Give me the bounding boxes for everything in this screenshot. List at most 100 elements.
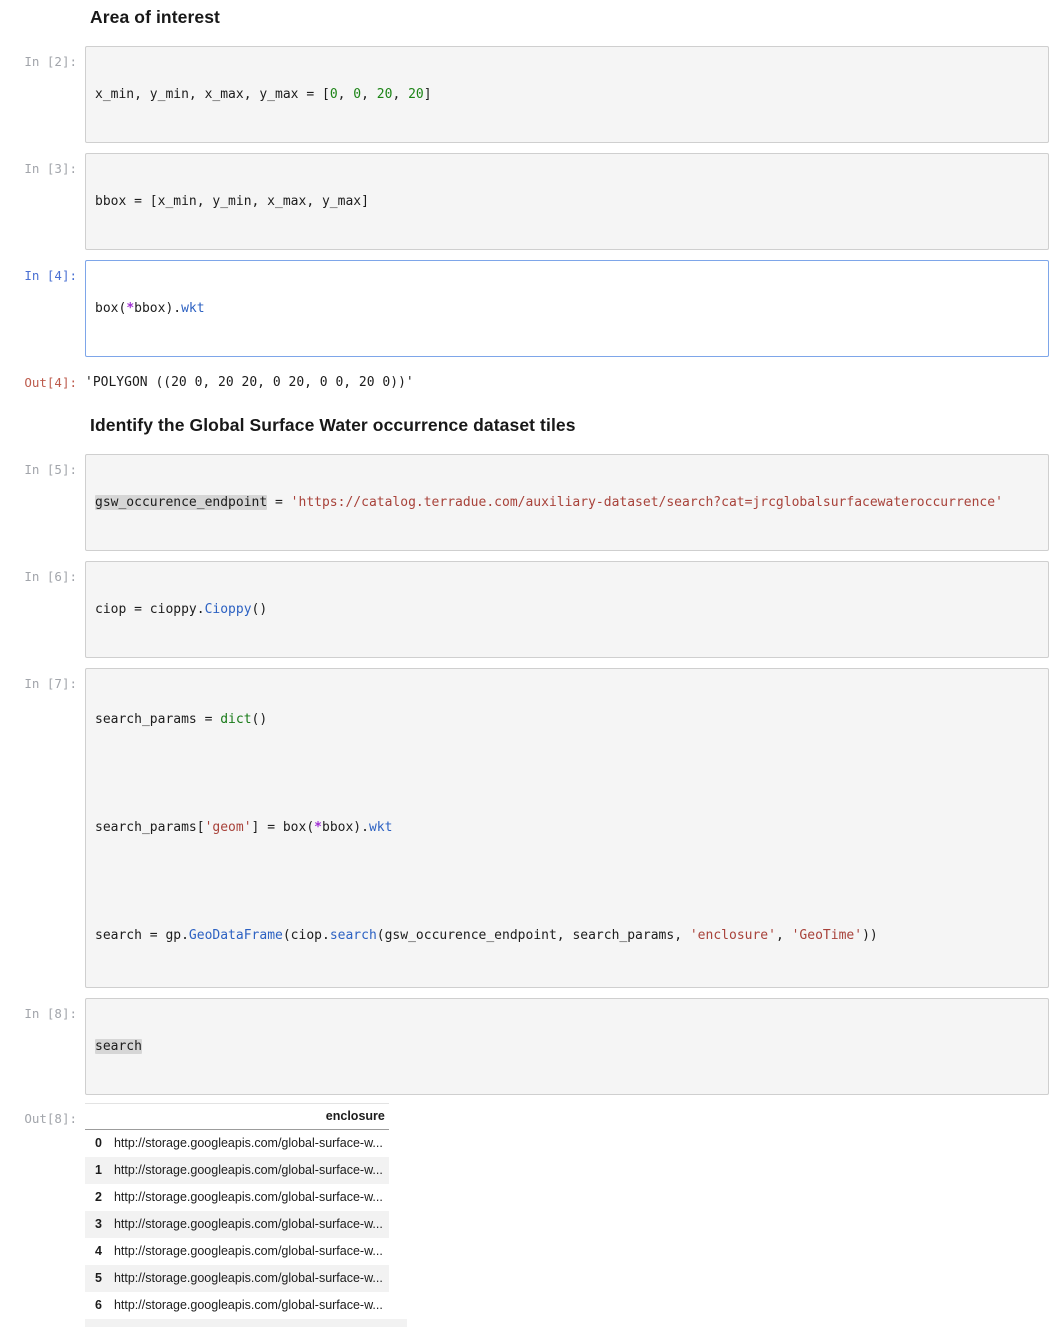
code-token: 'GeoTime' (792, 928, 862, 943)
table-row: 5http://storage.googleapis.com/global-su… (85, 1265, 389, 1292)
dataframe-header: enclosure (85, 1104, 389, 1130)
table-row: 3http://storage.googleapis.com/global-su… (85, 1211, 389, 1238)
code-token: bbox). (322, 820, 369, 835)
code-input[interactable]: gsw_occurence_endpoint = 'https://catalo… (85, 454, 1049, 551)
code-token: , (776, 928, 792, 943)
code-token: )) (862, 928, 878, 943)
index-column-header (85, 1104, 108, 1130)
code-line: search (95, 1038, 1039, 1055)
markdown-heading-identify-tiles: Identify the Global Surface Water occurr… (90, 414, 1049, 436)
input-prompt: In [5]: (0, 454, 85, 478)
input-prompt: In [8]: (0, 998, 85, 1022)
code-token: () (252, 712, 268, 727)
code-token: , (361, 87, 377, 102)
code-input[interactable]: search (85, 998, 1049, 1095)
output-text: 'POLYGON ((20 0, 20 20, 0 20, 0 0, 20 0)… (85, 367, 1049, 391)
jupyter-notebook: Area of interest In [2]: x_min, y_min, x… (0, 0, 1049, 1327)
code-token: 20 (408, 87, 424, 102)
table-row: 4http://storage.googleapis.com/global-su… (85, 1238, 389, 1265)
input-prompt: In [6]: (0, 561, 85, 585)
code-token: x_min, y_min, x_max, y_max = [ (95, 87, 330, 102)
code-input[interactable]: x_min, y_min, x_max, y_max = [0, 0, 20, … (85, 46, 1049, 143)
code-token: box( (95, 301, 126, 316)
code-token: GeoDataFrame (189, 928, 283, 943)
code-token: (gsw_occurence_endpoint, search_params, (377, 928, 690, 943)
code-input[interactable]: box(*bbox).wkt (85, 260, 1049, 357)
code-cell-5: In [5]: gsw_occurence_endpoint = 'https:… (0, 454, 1049, 551)
row-index: 0 (85, 1130, 108, 1158)
code-line: bbox = [x_min, y_min, x_max, y_max] (95, 193, 1039, 210)
code-input[interactable]: search_params = dict() search_params['ge… (85, 668, 1049, 988)
code-cell-3: In [3]: bbox = [x_min, y_min, x_max, y_m… (0, 153, 1049, 250)
code-token: search (330, 928, 377, 943)
code-input[interactable]: bbox = [x_min, y_min, x_max, y_max] (85, 153, 1049, 250)
code-token: bbox). (134, 301, 181, 316)
row-index: 1 (85, 1157, 108, 1184)
output-prompt: Out[4]: (0, 367, 85, 391)
enclosure-cell: http://storage.googleapis.com/global-sur… (108, 1130, 389, 1158)
enclosure-cell: http://storage.googleapis.com/global-sur… (108, 1211, 389, 1238)
table-row: 2http://storage.googleapis.com/global-su… (85, 1184, 389, 1211)
code-input[interactable]: ciop = cioppy.Cioppy() (85, 561, 1049, 658)
enclosure-cell: http://storage.googleapis.com/global-sur… (108, 1157, 389, 1184)
input-prompt: In [7]: (0, 668, 85, 692)
code-cell-2: In [2]: x_min, y_min, x_max, y_max = [0,… (0, 46, 1049, 143)
code-token: gsw_occurence_endpoint (95, 495, 267, 510)
code-cell-4-selected: In [4]: box(*bbox).wkt (0, 260, 1049, 357)
code-token: 'enclosure' (690, 928, 776, 943)
code-line-blank (95, 765, 1039, 783)
dataframe-output: enclosure 0http://storage.googleapis.com… (85, 1103, 1049, 1327)
code-cell-8: In [8]: search (0, 998, 1049, 1095)
code-line: search = gp.GeoDataFrame(ciop.search(gsw… (95, 927, 1039, 945)
input-prompt: In [4]: (0, 260, 85, 284)
dataframe-body: 0http://storage.googleapis.com/global-su… (85, 1130, 389, 1320)
code-token: wkt (181, 301, 204, 316)
code-token: , (392, 87, 408, 102)
table-row: 1http://storage.googleapis.com/global-su… (85, 1157, 389, 1184)
input-prompt: In [3]: (0, 153, 85, 177)
enclosure-cell: http://storage.googleapis.com/global-sur… (108, 1238, 389, 1265)
code-token: search (95, 1039, 142, 1054)
code-token: search_params[ (95, 820, 205, 835)
enclosure-cell: http://storage.googleapis.com/global-sur… (108, 1184, 389, 1211)
output-cell-4: Out[4]: 'POLYGON ((20 0, 20 20, 0 20, 0 … (0, 367, 1049, 395)
output-prompt: Out[8]: (0, 1103, 85, 1127)
column-header-enclosure: enclosure (108, 1104, 389, 1130)
code-cell-7: In [7]: search_params = dict() search_pa… (0, 668, 1049, 988)
row-index: 5 (85, 1265, 108, 1292)
enclosure-cell: http://storage.googleapis.com/global-sur… (108, 1265, 389, 1292)
code-token: dict (220, 712, 251, 727)
dataframe-table: enclosure 0http://storage.googleapis.com… (85, 1103, 389, 1319)
output-cell-8: Out[8]: enclosure 0http://storage.google… (0, 1103, 1049, 1327)
code-token: bbox = [x_min, y_min, x_max, y_max] (95, 194, 369, 209)
code-line: search_params = dict() (95, 711, 1039, 729)
enclosure-cell: http://storage.googleapis.com/global-sur… (108, 1292, 389, 1319)
code-token: wkt (369, 820, 392, 835)
code-line: search_params['geom'] = box(*bbox).wkt (95, 819, 1039, 837)
row-index: 2 (85, 1184, 108, 1211)
code-token: 'https://catalog.terradue.com/auxiliary-… (291, 495, 1003, 510)
code-token: 0 (353, 87, 361, 102)
code-line: x_min, y_min, x_max, y_max = [0, 0, 20, … (95, 86, 1039, 103)
input-prompt: In [2]: (0, 46, 85, 70)
row-index: 4 (85, 1238, 108, 1265)
table-row: 6http://storage.googleapis.com/global-su… (85, 1292, 389, 1319)
code-line: box(*bbox).wkt (95, 300, 1039, 317)
code-token: = (267, 495, 290, 510)
code-line: gsw_occurence_endpoint = 'https://catalo… (95, 494, 1039, 511)
code-token: ciop = cioppy. (95, 602, 205, 617)
code-cell-6: In [6]: ciop = cioppy.Cioppy() (0, 561, 1049, 658)
code-line: ciop = cioppy.Cioppy() (95, 601, 1039, 618)
code-token: Cioppy (205, 602, 252, 617)
table-row-partial (85, 1319, 407, 1327)
table-row: 0http://storage.googleapis.com/global-su… (85, 1130, 389, 1158)
code-token: 0 (330, 87, 338, 102)
row-index: 6 (85, 1292, 108, 1319)
code-line-blank (95, 873, 1039, 891)
code-token: (ciop. (283, 928, 330, 943)
code-token: 20 (377, 87, 393, 102)
code-token: ] (424, 87, 432, 102)
code-token: () (252, 602, 268, 617)
code-token: , (338, 87, 354, 102)
markdown-heading-area-of-interest: Area of interest (90, 6, 1049, 28)
